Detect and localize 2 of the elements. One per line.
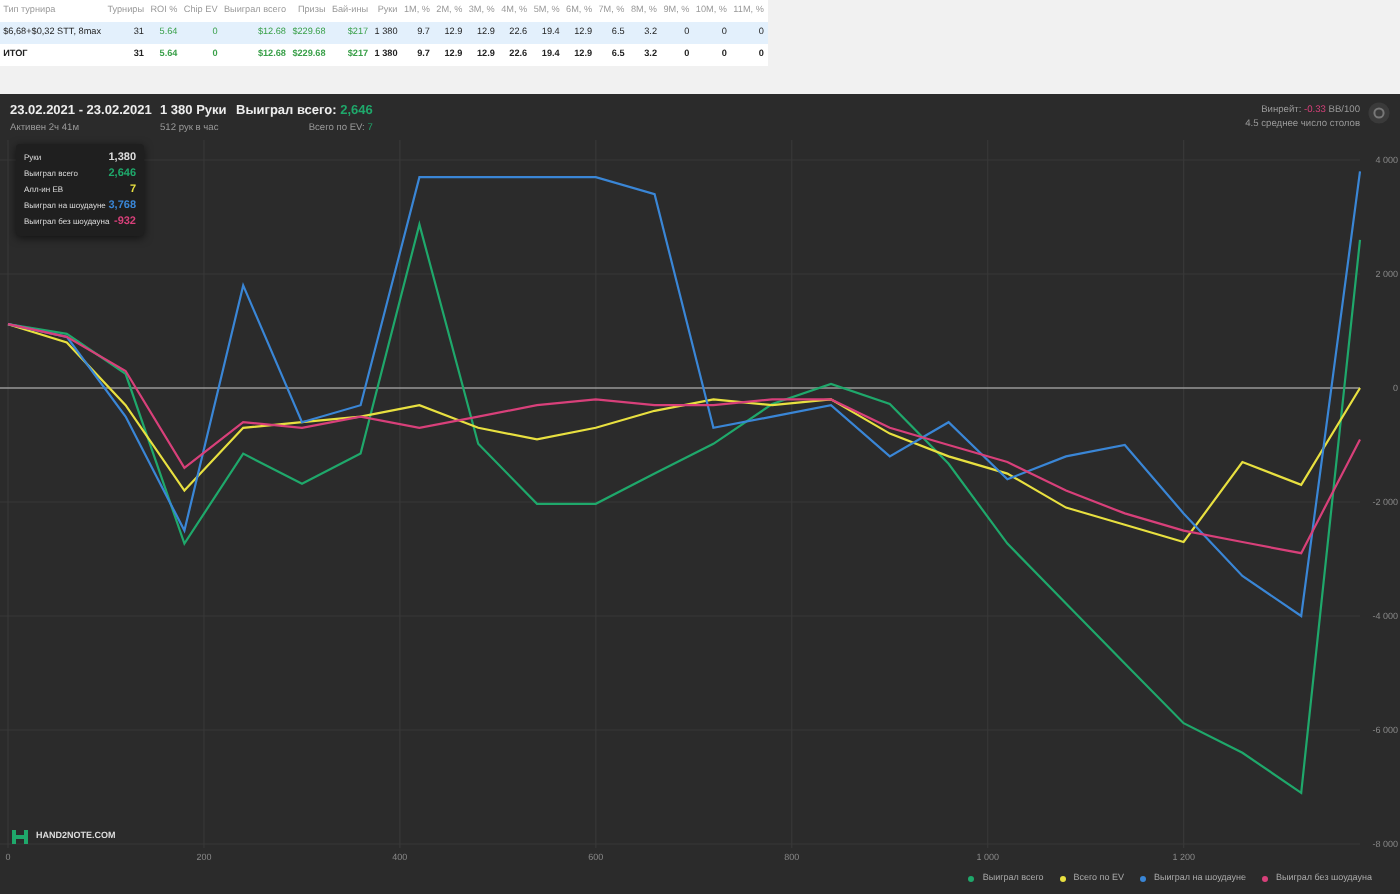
logo-icon — [12, 830, 28, 844]
settings-icon[interactable] — [1368, 102, 1390, 124]
